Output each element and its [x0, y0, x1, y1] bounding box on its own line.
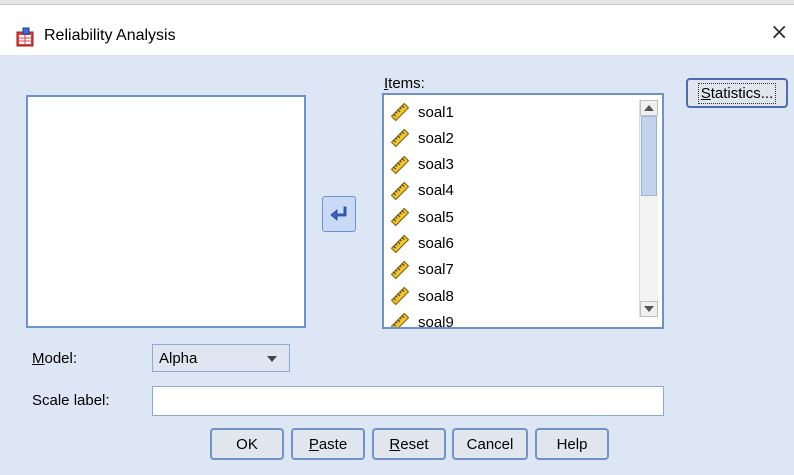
list-item[interactable]: soal9: [390, 309, 454, 327]
scale-label-input[interactable]: [152, 386, 664, 416]
item-label: soal8: [418, 287, 454, 305]
item-label: soal6: [418, 235, 454, 252]
spss-data-icon: [16, 27, 34, 47]
title-bar: Reliability Analysis ×: [0, 5, 794, 55]
close-icon[interactable]: ×: [770, 20, 788, 45]
ruler-scale-icon: [390, 128, 410, 148]
list-item[interactable]: soal6: [390, 231, 454, 257]
move-variable-button[interactable]: [322, 196, 356, 232]
ruler-scale-icon: [390, 155, 410, 175]
scale-label-label: Scale label:: [32, 392, 110, 409]
list-item[interactable]: soal4: [390, 178, 454, 204]
ruler-scale-icon: [390, 312, 410, 327]
ruler-scale-icon: [390, 234, 410, 254]
list-item[interactable]: soal3: [390, 152, 454, 178]
item-label: soal4: [418, 182, 454, 200]
ruler-scale-icon: [390, 207, 410, 227]
list-item[interactable]: soal2: [390, 125, 454, 151]
items-label: Items:: [384, 75, 425, 92]
model-label: Model:: [32, 350, 78, 367]
scroll-up-icon: [644, 105, 654, 111]
item-label: soal7: [418, 261, 454, 279]
statistics-button[interactable]: Statistics...: [686, 78, 788, 108]
ruler-scale-icon: [390, 102, 410, 122]
source-variable-list[interactable]: [26, 95, 306, 328]
list-item[interactable]: soal5: [390, 204, 454, 230]
ruler-scale-icon: [390, 260, 410, 280]
items-container: soal1 soal2 soal3 soal4 soal5 soal6 soal7 soal8…: [384, 95, 636, 327]
list-item[interactable]: soal1: [390, 99, 454, 125]
ruler-scale-icon: [390, 286, 410, 306]
scroll-down-icon: [644, 306, 654, 312]
item-label: soal3: [418, 156, 454, 174]
scroll-thumb[interactable]: [641, 116, 657, 196]
items-list[interactable]: soal1 soal2 soal3 soal4 soal5 soal6 soal7 soal8…: [382, 93, 664, 329]
help-button[interactable]: Help: [535, 428, 609, 460]
ok-button[interactable]: OK: [210, 428, 284, 460]
item-label: soal2: [418, 129, 454, 147]
scroll-down-button[interactable]: [640, 301, 658, 317]
reset-button[interactable]: Reset: [372, 428, 446, 460]
list-item[interactable]: soal7: [390, 257, 454, 283]
model-dropdown[interactable]: Alpha: [152, 344, 290, 372]
paste-button[interactable]: Paste: [291, 428, 365, 460]
cancel-button[interactable]: Cancel: [452, 428, 528, 460]
dialog-title: Reliability Analysis: [44, 27, 176, 44]
items-scrollbar[interactable]: [639, 100, 658, 317]
model-selected-value: Alpha: [159, 349, 198, 367]
list-item[interactable]: soal8: [390, 283, 454, 309]
item-label: soal1: [418, 103, 454, 121]
ruler-scale-icon: [390, 181, 410, 201]
chevron-down-icon: [267, 356, 277, 362]
scroll-up-button[interactable]: [640, 100, 658, 116]
item-label: soal9: [418, 313, 454, 327]
move-left-arrow-icon: [330, 206, 347, 221]
item-label: soal5: [418, 208, 454, 226]
reliability-analysis-dialog: Reliability Analysis × Items: soal1 soal2…: [0, 0, 794, 475]
